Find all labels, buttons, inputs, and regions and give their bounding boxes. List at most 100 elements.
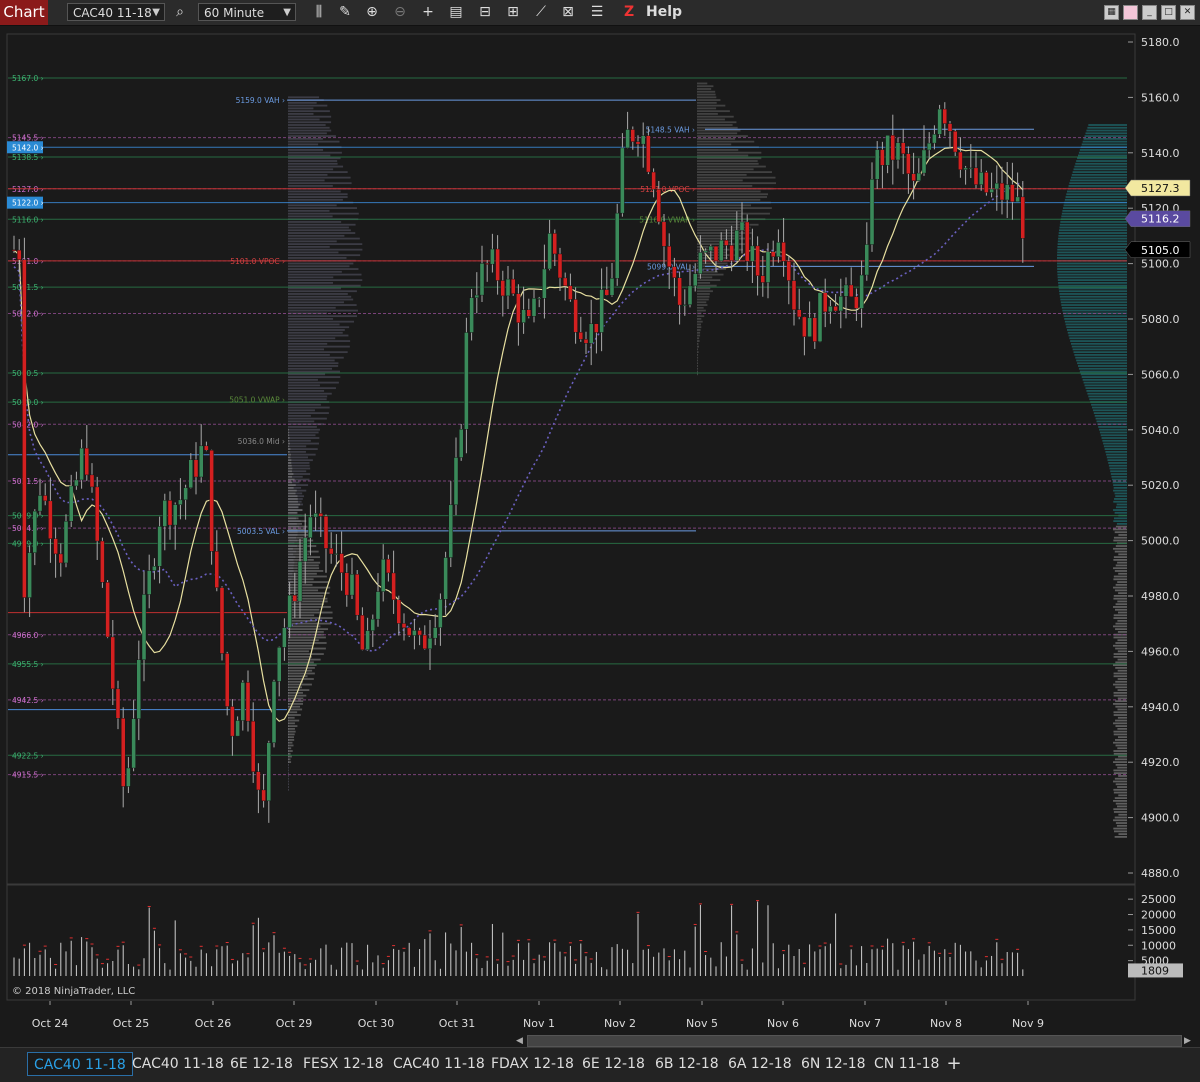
chart-menu-label[interactable]: Chart [0,0,48,25]
tab-6b[interactable]: 6B 12-18 [649,1052,725,1076]
data-box-icon[interactable]: ⊟ [475,3,495,21]
profile-bar [1113,567,1127,570]
profile-bar [288,439,311,442]
scroll-left-icon[interactable]: ◀ [516,1035,526,1047]
profile-bar [1103,442,1127,445]
tab-6e[interactable]: 6E 12-18 [224,1052,299,1076]
profile-bar [1113,500,1127,503]
zoom-in-icon[interactable]: ⊕ [362,3,382,21]
profile-bar [288,370,341,373]
profile-bar [288,149,324,151]
profile-bar [288,561,321,564]
candle-up [308,516,313,538]
candle-down [833,306,838,312]
profile-bar [288,777,289,780]
profile-bar [288,232,356,234]
candle-up [370,618,375,631]
candle-down [802,316,807,337]
profile-bar [1058,232,1127,234]
instrument-selector[interactable]: CAC40 11-18 ▼ [67,3,165,21]
add-tab-button[interactable]: + [942,1052,966,1076]
tab-6a[interactable]: 6A 12-18 [722,1052,798,1076]
profile-bar [1086,129,1127,132]
profile-bar [1075,356,1127,359]
candle-down [417,630,422,636]
price-marker-purple-label: 5116.2 [1141,213,1180,226]
template-icon[interactable]: ⊞ [503,3,523,21]
profile-bar [1067,329,1127,331]
candle-down [854,296,859,309]
candle-up [703,250,708,253]
profile-bar [1115,661,1127,664]
candle-down [901,142,906,154]
indicators-icon[interactable]: ⊠ [558,3,578,21]
profile-bar [697,329,701,331]
tab-6n[interactable]: 6N 12-18 [795,1052,872,1076]
profile-bar [1113,578,1127,581]
tab-cac40-3[interactable]: CAC40 11-18 [387,1052,491,1076]
properties-icon[interactable]: ▤ [446,3,466,21]
profile-bar [1100,434,1127,437]
profile-bar [1118,833,1127,836]
chart-panel[interactable]: 5167.0 › 5145.5 › 5142.0 › 5138.5 › 5127.0 ›… [0,26,1200,1046]
tab-6e-2[interactable]: 6E 12-18 [576,1052,651,1076]
crosshair-icon[interactable]: + [418,3,438,21]
maximize-icon[interactable]: □ [1161,5,1176,20]
tab-fdax[interactable]: FDAX 12-18 [485,1052,580,1076]
help-menu[interactable]: Help [646,3,682,21]
candle-up [932,134,937,144]
level-label: 5116.0 › [12,215,44,224]
timeframe-selector[interactable]: 60 Minute ▼ [198,3,296,21]
price-chart[interactable]: 5167.0 ›5145.5 ›5142.0 ›5138.5 ›5127.0 ›… [0,26,1200,1046]
zoom-out-icon[interactable]: ⊖ [390,3,410,21]
profile-bar [1068,334,1127,337]
profile-bar [697,96,717,99]
profile-bar [697,237,751,240]
candle-down [485,263,490,265]
tab-cac40-2[interactable]: CAC40 11-18 [126,1052,230,1076]
profile-bar [288,658,321,661]
scroll-right-icon[interactable]: ▶ [1184,1035,1194,1047]
profile-bar [288,412,329,414]
candle-up [277,647,282,682]
close-icon[interactable]: ✕ [1180,5,1195,20]
profile-bar [697,157,762,160]
profile-bar [697,198,761,201]
profile-bar [1073,168,1127,171]
horizontal-scrollbar[interactable] [527,1035,1182,1047]
price-tick-label: 5080.0 [1141,313,1180,326]
candle-up [542,268,547,299]
candle-up [687,285,693,305]
candle-down [256,771,261,791]
profile-bar [1088,395,1127,398]
pencil-draw-icon[interactable]: ✎ [335,3,355,21]
profile-bar [288,340,351,342]
tab-fesx[interactable]: FESX 12-18 [297,1052,390,1076]
profile-bar [1114,589,1127,592]
profile-bar [288,705,301,708]
level-label: 4999.0 › [12,539,44,548]
chart-trader-icon[interactable]: ☰ [587,3,607,21]
profile-bar [1113,691,1127,694]
candle-down [396,599,401,624]
tab-cn[interactable]: CN 11-18 [868,1052,945,1076]
profile-bar [1099,428,1127,431]
candle-up [198,445,204,478]
search-icon[interactable]: ⌕ [170,3,190,21]
profile-bar [697,149,739,151]
window-link-icon[interactable] [1123,5,1138,20]
tab-cac40-active[interactable]: CAC40 11-18 [27,1052,133,1076]
minimize-icon[interactable]: _ [1142,5,1157,20]
profile-bar [1117,611,1127,614]
candle-up [443,557,448,600]
strategies-icon[interactable]: ⟋ [531,3,551,21]
window-grid-icon[interactable]: ▦ [1104,5,1119,20]
candle-down [797,309,802,318]
candle-up [183,487,188,501]
timeframe-value: 60 Minute [204,6,265,20]
bar-type-icon[interactable]: ⫼ [309,3,329,21]
profile-bar [697,287,711,290]
profile-bar [288,132,327,135]
profile-bar [288,522,302,525]
profile-bar [1115,525,1127,528]
